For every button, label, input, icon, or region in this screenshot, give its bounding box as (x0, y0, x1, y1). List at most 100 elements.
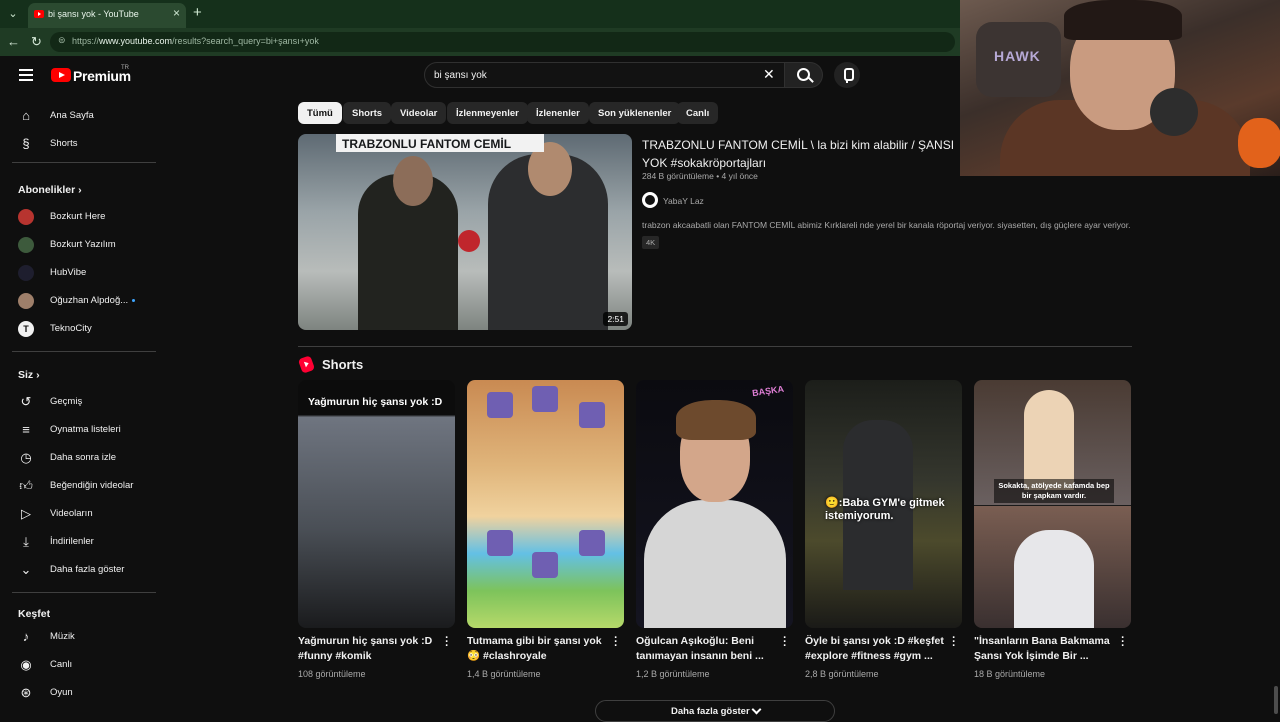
channel-brand-logo: BAŞKA (751, 383, 785, 399)
sidebar-item-subscription[interactable]: Bozkurt Here (12, 204, 152, 230)
url-prefix: https:// (72, 36, 100, 46)
shorts-icon: § (22, 136, 30, 151)
pumpkin-decoration (1238, 118, 1280, 168)
chip-unwatched[interactable]: İzlenmeyenler (447, 102, 528, 124)
playlist-icon: ≡ (22, 422, 30, 437)
thumbnail-person-hair (676, 400, 756, 440)
section-divider (298, 346, 1132, 347)
sidebar-item-watch-later[interactable]: ◷ Daha sonra izle (12, 445, 152, 471)
game-tower (532, 386, 558, 412)
short-title[interactable]: Öyle bi şansı yok :D #keşfet #explore #f… (805, 634, 945, 664)
sidebar-item-subscription[interactable]: Bozkurt Yazılım (12, 232, 152, 258)
sidebar: ⌂ Ana Sayfa § Shorts Abonelikler › Bozku… (0, 96, 160, 720)
channel-avatar[interactable] (642, 192, 658, 208)
more-actions-icon[interactable]: · · · (1118, 633, 1128, 652)
you-heading[interactable]: Siz › (18, 369, 40, 381)
short-thumbnail[interactable]: 🙂:Baba GYM'e gitmek istemiyorum. (805, 380, 962, 628)
chip-shorts[interactable]: Shorts (343, 102, 392, 124)
page-scrollbar[interactable] (1272, 176, 1280, 720)
short-thumbnail[interactable]: Sokakta, atölyede kafamda bep bir şapkam… (974, 380, 1131, 628)
sidebar-item-subscription[interactable]: Oğuzhan Alpdoğ... (12, 288, 152, 314)
thumbnail-caption: Sokakta, atölyede kafamda bep bir şapkam… (994, 479, 1114, 503)
subscriptions-heading[interactable]: Abonelikler › (18, 184, 82, 196)
avatar (18, 293, 34, 309)
sidebar-item-history[interactable]: ↺ Geçmiş (12, 389, 152, 415)
thumbnail-microphone (458, 230, 480, 252)
short-title[interactable]: "İnsanların Bana Bakmama Şansı Yok İşimd… (974, 634, 1114, 664)
sidebar-item-downloads[interactable]: ⤓ İndirilenler (12, 529, 152, 555)
you-heading-label: Siz (18, 369, 34, 381)
thumbnail-person (1014, 530, 1094, 628)
sidebar-item-shorts[interactable]: § Shorts (12, 131, 152, 157)
short-thumbnail[interactable]: Yağmurun hiç şansı yok :D (298, 380, 455, 628)
short-title[interactable]: Yağmurun hiç şansı yok :D #funny #komik (298, 634, 438, 664)
sidebar-item-label: HubVibe (50, 267, 87, 278)
url-bar[interactable]: ⊜ https://www.youtube.com/results?search… (50, 32, 955, 52)
tab-bar: ⌄ bi şansı yok - YouTube × + (0, 0, 960, 28)
search-input[interactable] (434, 68, 754, 83)
search-button[interactable] (785, 62, 823, 88)
clear-search-icon[interactable]: ✕ (763, 66, 775, 83)
thumbnail-caption: Yağmurun hiç şansı yok :D (308, 396, 443, 408)
show-more-label: Daha fazla göster (671, 706, 750, 717)
site-info-icon[interactable]: ⊜ (58, 35, 66, 46)
sidebar-item-gaming[interactable]: ⊛ Oyun (12, 680, 152, 706)
short-title[interactable]: Oğulcan Aşıkoğlu: Beni tanımayan insanın… (636, 634, 776, 664)
sidebar-item-label: Oynatma listeleri (50, 424, 121, 435)
youtube-favicon-icon (34, 10, 44, 18)
reload-icon[interactable]: ↻ (31, 34, 42, 50)
sidebar-item-label: Geçmiş (50, 396, 83, 407)
voice-search-icon[interactable] (834, 62, 860, 88)
more-actions-icon[interactable]: · · · (442, 633, 452, 652)
short-views: 1,2 B görüntüleme (636, 669, 710, 679)
sidebar-divider (12, 592, 156, 593)
short-thumbnail[interactable]: BAŞKA (636, 380, 793, 628)
game-tower (487, 392, 513, 418)
sidebar-item-label: TeknoCity (50, 323, 92, 334)
chip-recently-uploaded[interactable]: Son yüklenenler (589, 102, 681, 124)
new-tab-button[interactable]: + (193, 4, 202, 21)
back-arrow-icon[interactable]: ← (7, 34, 20, 49)
video-title[interactable]: TRABZONLU FANTOM CEMİL \ la bizi kim ala… (642, 136, 960, 172)
sidebar-item-label: Bozkurt Yazılım (50, 239, 116, 250)
chip-all[interactable]: Tümü (298, 102, 342, 124)
channel-name[interactable]: YabaY Laz (663, 196, 704, 206)
chip-videos[interactable]: Videolar (391, 102, 447, 124)
sidebar-item-home[interactable]: ⌂ Ana Sayfa (12, 103, 152, 129)
thumbnail-person-head (393, 156, 433, 206)
close-tab-icon[interactable]: × (173, 6, 180, 20)
sidebar-item-your-videos[interactable]: ▷ Videoların (12, 501, 152, 527)
more-actions-icon[interactable]: · · · (611, 633, 621, 652)
browser-tab-youtube[interactable]: bi şansı yok - YouTube × (28, 3, 186, 28)
game-tower (532, 552, 558, 578)
more-actions-icon[interactable]: · · · (780, 633, 790, 652)
tab-search-icon[interactable]: ⌄ (4, 5, 22, 23)
short-title[interactable]: Tutmama gibi bir şansı yok 😳 #clashroyal… (467, 634, 607, 664)
youtube-logo-icon[interactable] (51, 68, 71, 82)
video-description: trabzon akcaabatli olan FANTOM CEMİL abi… (642, 220, 1131, 230)
thumbnail-person-hoodie (644, 500, 786, 628)
chip-watched[interactable]: İzlenenler (527, 102, 589, 124)
sidebar-item-label: Müzik (50, 631, 75, 642)
show-more-button[interactable]: Daha fazla göster (595, 700, 835, 722)
sidebar-item-subscription[interactable]: T TeknoCity (12, 316, 152, 342)
sidebar-item-label: Daha fazla göster (50, 564, 125, 575)
sidebar-item-show-more[interactable]: ⌄ Daha fazla göster (12, 557, 152, 583)
short-thumbnail[interactable] (467, 380, 624, 628)
thumbnail-caption: 🙂:Baba GYM'e gitmek istemiyorum. (825, 497, 945, 522)
more-actions-icon[interactable]: · · · (949, 633, 959, 652)
menu-icon[interactable] (19, 69, 33, 81)
sidebar-item-live[interactable]: ◉ Canlı (12, 652, 152, 678)
chip-live[interactable]: Canlı (677, 102, 719, 124)
video-thumbnail[interactable]: TRABZONLU FANTOM CEMİL 2:51 (298, 134, 632, 330)
sidebar-item-subscription[interactable]: HubVibe (12, 260, 152, 286)
sidebar-item-music[interactable]: ♪ Müzik (12, 624, 152, 650)
chevron-down-icon: ⌄ (20, 562, 32, 577)
shorts-logo-icon (297, 355, 316, 374)
search-box[interactable] (424, 62, 785, 88)
sidebar-item-liked[interactable]: 👍︎ Beğendiğin videolar (12, 473, 152, 499)
new-content-dot (132, 299, 135, 302)
sidebar-divider (12, 351, 156, 352)
sidebar-item-playlists[interactable]: ≡ Oynatma listeleri (12, 417, 152, 443)
quality-badge: 4K (642, 236, 660, 249)
